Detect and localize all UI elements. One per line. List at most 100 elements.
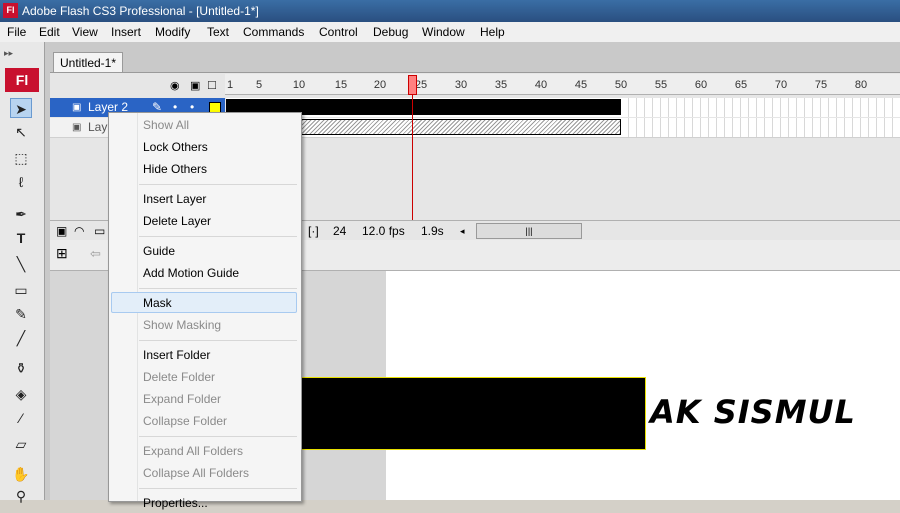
rectangle-icon[interactable]: ▭: [10, 280, 32, 300]
frame-number: 1: [226, 79, 234, 91]
frame-number: 40: [534, 79, 548, 91]
eraser-icon[interactable]: ▱: [10, 434, 32, 454]
frame-number: 35: [494, 79, 508, 91]
menu-item-show-all[interactable]: Show All: [143, 115, 189, 135]
paint-bucket-icon[interactable]: ◈: [10, 384, 32, 404]
tools-panel: ▸▸ Fl ➤ ↖ ⬚ ℓ ✒ T ╲ ▭ ✎ ╱ ⚱ ◈ ⁄ ▱ ✋ ⚲: [0, 42, 45, 504]
menu-item-expand-folder[interactable]: Expand Folder: [143, 389, 221, 409]
pen-icon[interactable]: ✒: [10, 204, 32, 224]
black-rectangle[interactable]: [300, 377, 646, 450]
menu-separator: [139, 488, 297, 489]
frame-number: 75: [814, 79, 828, 91]
back-arrow-icon[interactable]: ⇦: [90, 246, 101, 262]
menu-item-properties[interactable]: Properties...: [143, 493, 208, 513]
layer-context-menu: Show All Lock Others Hide Others Insert …: [108, 112, 302, 510]
menu-item-insert-folder[interactable]: Insert Folder: [143, 345, 210, 365]
current-frame: 24: [333, 224, 347, 238]
menu-modify[interactable]: Modify: [155, 25, 190, 39]
window-title: Adobe Flash CS3 Professional - [Untitled…: [22, 4, 259, 18]
menu-separator: [139, 288, 297, 289]
menu-separator: [139, 340, 297, 341]
playhead[interactable]: [408, 75, 417, 95]
menu-view[interactable]: View: [72, 25, 98, 39]
frame-number: 10: [292, 79, 306, 91]
frame-number: 20: [373, 79, 387, 91]
playhead-line: [412, 95, 413, 240]
menu-debug[interactable]: Debug: [373, 25, 408, 39]
menu-file[interactable]: File: [7, 25, 26, 39]
line-icon[interactable]: ╲: [10, 254, 32, 274]
menu-item-add-motion-guide[interactable]: Add Motion Guide: [143, 263, 239, 283]
frame-ruler[interactable]: 1 5 10 15 20 25 30 35 40 45 50 55 60 65 …: [225, 74, 900, 95]
menu-highlight: [111, 292, 297, 313]
brush-icon[interactable]: ╱: [10, 328, 32, 348]
menu-edit[interactable]: Edit: [39, 25, 60, 39]
menu-item-collapse-all-folders[interactable]: Collapse All Folders: [143, 463, 249, 483]
frame-number: 5: [255, 79, 263, 91]
menu-item-expand-all-folders[interactable]: Expand All Folders: [143, 441, 243, 461]
hand-icon[interactable]: ✋: [10, 464, 32, 484]
scroll-left-icon[interactable]: ◂: [460, 226, 465, 237]
free-transform-icon[interactable]: ⬚: [10, 148, 32, 168]
lock-icon[interactable]: ▣: [190, 79, 200, 92]
empty-frames[interactable]: [621, 118, 900, 137]
menu-bar: File Edit View Insert Modify Text Comman…: [0, 22, 900, 43]
subselection-tool-icon[interactable]: ↖: [10, 122, 32, 142]
menu-separator: [139, 184, 297, 185]
flash-app-icon: Fl: [3, 3, 18, 18]
pencil-icon[interactable]: ✎: [10, 304, 32, 324]
motion-guide-icon[interactable]: ◠: [74, 224, 84, 238]
menu-window[interactable]: Window: [422, 25, 465, 39]
menu-separator: [139, 436, 297, 437]
frame-rate: 12.0 fps: [362, 224, 405, 238]
layer-name: Lay: [88, 120, 108, 134]
stage-text[interactable]: AK SISMUL: [650, 393, 856, 431]
menu-item-collapse-folder[interactable]: Collapse Folder: [143, 411, 227, 431]
edit-markers-icon[interactable]: [·]: [308, 224, 319, 238]
menu-help[interactable]: Help: [480, 25, 505, 39]
menu-item-lock-others[interactable]: Lock Others: [143, 137, 208, 157]
ink-bottle-icon[interactable]: ⚱: [10, 358, 32, 378]
folder-icon[interactable]: ▭: [94, 224, 105, 238]
timeline-scrollbar[interactable]: |||: [476, 223, 582, 239]
menu-item-delete-folder[interactable]: Delete Folder: [143, 367, 215, 387]
menu-item-guide[interactable]: Guide: [143, 241, 175, 261]
flash-logo: Fl: [5, 68, 39, 92]
frame-number: 30: [454, 79, 468, 91]
menu-item-hide-others[interactable]: Hide Others: [143, 159, 207, 179]
menu-separator: [139, 236, 297, 237]
insert-layer-icon[interactable]: ▣: [56, 224, 67, 238]
frames-row-layer-2[interactable]: [226, 98, 900, 117]
menu-item-delete-layer[interactable]: Delete Layer: [143, 211, 211, 231]
frame-number: 70: [774, 79, 788, 91]
zoom-icon[interactable]: ⚲: [10, 486, 32, 506]
outline-icon[interactable]: □: [208, 77, 216, 92]
menu-item-show-masking[interactable]: Show Masking: [143, 315, 221, 335]
title-bar: Fl Adobe Flash CS3 Professional - [Untit…: [0, 0, 900, 22]
text-icon[interactable]: T: [10, 228, 32, 248]
frame-number: 60: [694, 79, 708, 91]
menu-control[interactable]: Control: [319, 25, 358, 39]
selection-tool-icon[interactable]: ➤: [10, 98, 32, 118]
eyedropper-icon[interactable]: ⁄: [10, 408, 32, 428]
frame-number: 50: [614, 79, 628, 91]
lasso-icon[interactable]: ℓ: [10, 172, 32, 192]
frames-row-layer-1[interactable]: [226, 118, 900, 138]
menu-text[interactable]: Text: [207, 25, 229, 39]
frame-number: 65: [734, 79, 748, 91]
tab-untitled-1[interactable]: Untitled-1*: [53, 52, 123, 73]
eye-icon[interactable]: ◉: [170, 79, 180, 92]
menu-commands[interactable]: Commands: [243, 25, 304, 39]
layer-icon: ▣: [72, 122, 82, 133]
frame-number: 45: [574, 79, 588, 91]
elapsed-time: 1.9s: [421, 224, 444, 238]
frame-number: 15: [334, 79, 348, 91]
menu-item-mask[interactable]: Mask: [143, 293, 172, 313]
menu-insert[interactable]: Insert: [111, 25, 141, 39]
timeline-toggle-icon[interactable]: ⊞: [56, 245, 68, 262]
empty-frames[interactable]: [621, 98, 900, 117]
menu-item-insert-layer[interactable]: Insert Layer: [143, 189, 206, 209]
layer-icon: ▣: [72, 102, 82, 113]
frame-number: 55: [654, 79, 668, 91]
panel-grip-icon[interactable]: ▸▸: [4, 48, 13, 59]
